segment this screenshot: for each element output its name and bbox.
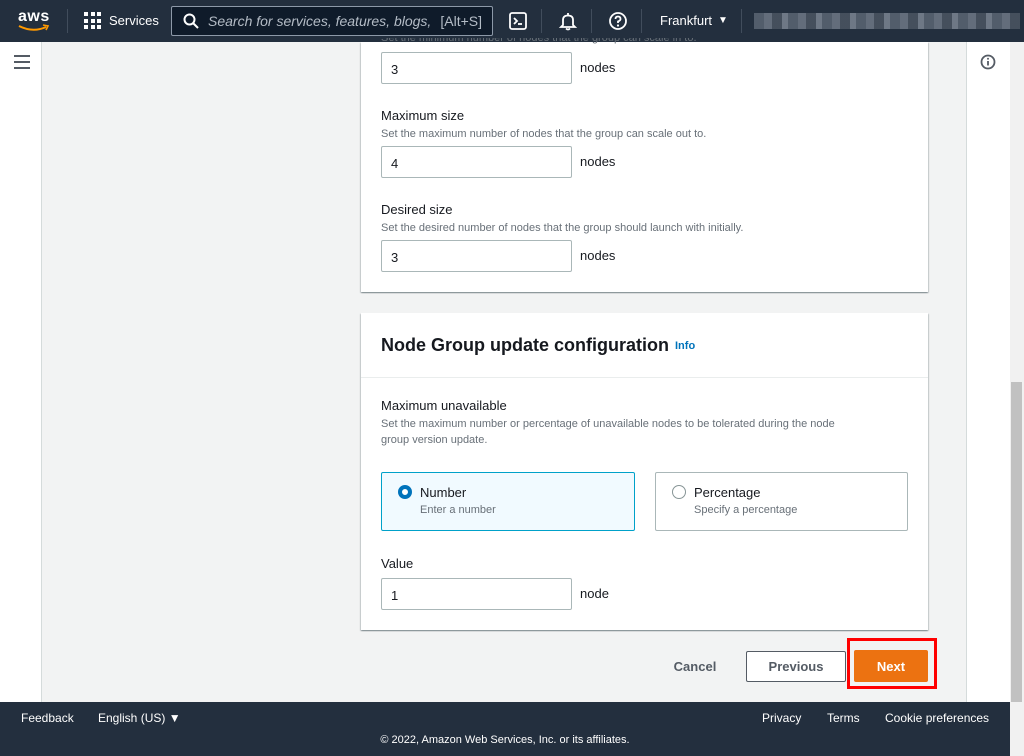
terms-link[interactable]: Terms — [827, 711, 860, 725]
nav-divider — [741, 9, 742, 33]
nav-divider — [67, 9, 68, 33]
region-label: Frankfurt — [660, 13, 713, 28]
option-percentage-description: Specify a percentage — [694, 504, 798, 516]
account-menu-redacted[interactable] — [754, 13, 1020, 29]
max-unavailable-description-line2: group version update. — [381, 434, 488, 446]
menu-icon[interactable] — [14, 55, 30, 69]
desired-size-description: Set the desired number of nodes that the… — [381, 222, 744, 234]
option-number-tile[interactable]: Number Enter a number — [381, 472, 635, 531]
scrollbar-thumb[interactable] — [1011, 382, 1022, 702]
bell-icon[interactable] — [558, 11, 578, 31]
max-size-description: Set the maximum number of nodes that the… — [381, 128, 707, 140]
value-label: Value — [381, 556, 414, 571]
option-number-description: Enter a number — [420, 504, 496, 516]
radio-percentage[interactable] — [672, 485, 686, 499]
desired-size-label: Desired size — [381, 202, 453, 217]
copyright-text: © 2022, Amazon Web Services, Inc. or its… — [380, 734, 630, 746]
info-link[interactable]: Info — [675, 340, 695, 352]
previous-button[interactable]: Previous — [746, 651, 846, 682]
info-icon[interactable] — [980, 54, 996, 70]
max-size-unit: nodes — [580, 154, 616, 169]
cookie-preferences-link[interactable]: Cookie preferences — [885, 711, 989, 725]
feedback-link[interactable]: Feedback — [21, 711, 74, 725]
footer: Feedback English (US) ▼ Privacy Terms Co… — [0, 702, 1010, 756]
search-placeholder: Search for services, features, blogs, — [208, 13, 432, 29]
grid-icon — [84, 12, 101, 29]
nav-divider — [541, 9, 542, 33]
cloudshell-icon[interactable] — [508, 11, 528, 31]
min-size-input[interactable]: 3 — [381, 52, 572, 84]
option-percentage-label: Percentage — [694, 485, 761, 500]
max-size-label: Maximum size — [381, 108, 465, 123]
right-tools-rail — [966, 42, 1010, 702]
search-icon — [183, 13, 199, 29]
smile-icon — [18, 24, 50, 31]
radio-number[interactable] — [398, 485, 412, 499]
max-unavailable-label: Maximum unavailable — [381, 398, 507, 413]
nav-divider — [591, 9, 592, 33]
update-config-title: Node Group update configuration — [381, 335, 669, 355]
search-input[interactable]: Search for services, features, blogs, [A… — [171, 6, 493, 36]
desired-size-unit: nodes — [580, 248, 616, 263]
nav-divider — [641, 9, 642, 33]
desired-size-input[interactable]: 3 — [381, 240, 572, 272]
services-label: Services — [109, 13, 159, 28]
value-input[interactable]: 1 — [381, 578, 572, 610]
aws-logo[interactable]: aws — [16, 8, 52, 34]
next-button-highlight — [847, 638, 937, 689]
value-unit: node — [580, 586, 609, 601]
language-selector[interactable]: English (US) ▼ — [98, 711, 181, 725]
max-size-input[interactable]: 4 — [381, 146, 572, 178]
region-selector[interactable]: Frankfurt ▼ — [660, 13, 728, 28]
services-menu[interactable]: Services — [84, 12, 159, 29]
top-nav: aws Services Search for services, featur… — [0, 0, 1024, 42]
help-icon[interactable] — [608, 11, 628, 31]
privacy-link[interactable]: Privacy — [762, 711, 801, 725]
option-percentage-tile[interactable]: Percentage Specify a percentage — [655, 472, 908, 531]
left-nav-rail — [0, 42, 42, 702]
cancel-button[interactable]: Cancel — [665, 656, 725, 676]
min-size-unit: nodes — [580, 60, 616, 75]
caret-down-icon: ▼ — [718, 15, 728, 26]
search-shortcut-hint: [Alt+S] — [440, 13, 482, 29]
max-unavailable-description-line1: Set the maximum number or percentage of … — [381, 418, 835, 430]
option-number-label: Number — [420, 485, 467, 500]
